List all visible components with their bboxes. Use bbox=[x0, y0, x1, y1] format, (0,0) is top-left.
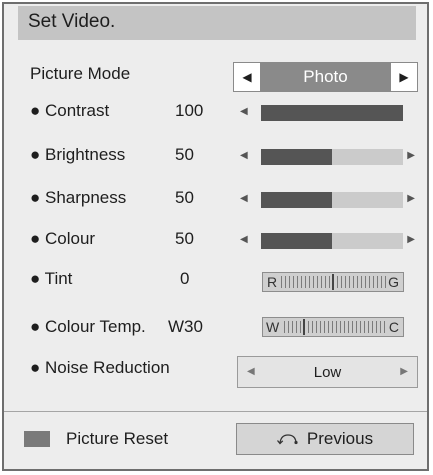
brightness-right-arrow-icon[interactable]: ▶ bbox=[407, 150, 415, 161]
noise-reduction-label: ● Noise Reduction bbox=[30, 358, 170, 377]
tint-scale bbox=[281, 276, 389, 288]
sharpness-track bbox=[261, 192, 403, 208]
sharpness-slider[interactable]: ◀ ▶ bbox=[237, 190, 418, 210]
colour-label: ● Colour bbox=[30, 229, 96, 248]
previous-label: Previous bbox=[306, 429, 374, 448]
mode-prev-arrow-icon[interactable]: ◀ bbox=[234, 63, 260, 91]
sharpness-right-arrow-icon[interactable]: ▶ bbox=[407, 193, 415, 204]
sharpness-value: 50 bbox=[175, 188, 194, 207]
noise-reduction-value: Low bbox=[313, 363, 342, 381]
title-bar: Set Video. bbox=[18, 6, 416, 40]
colour-temp-label: ● Colour Temp. bbox=[30, 317, 146, 336]
colour-temp-position-marker bbox=[303, 319, 305, 335]
contrast-label: ● Contrast bbox=[30, 101, 110, 120]
brightness-slider[interactable]: ◀ ▶ bbox=[237, 147, 418, 167]
tint-center-marker bbox=[332, 274, 334, 290]
tint-value: 0 bbox=[180, 269, 190, 288]
brightness-value: 50 bbox=[175, 145, 194, 164]
colour-right-arrow-icon[interactable]: ▶ bbox=[407, 234, 415, 245]
contrast-track bbox=[261, 105, 403, 121]
return-arrow-icon bbox=[276, 434, 298, 445]
tint-red-marker: R bbox=[267, 274, 278, 290]
colour-temp-control[interactable]: W C bbox=[262, 317, 404, 337]
picture-reset-color-key-icon[interactable] bbox=[24, 431, 50, 447]
sharpness-fill bbox=[261, 192, 332, 208]
tint-label: ● Tint bbox=[30, 269, 73, 288]
colour-temp-scale bbox=[284, 321, 388, 333]
picture-mode-select[interactable]: ◀ Photo ▶ bbox=[233, 62, 418, 92]
contrast-left-arrow-icon[interactable]: ◀ bbox=[240, 106, 248, 117]
sharpness-left-arrow-icon[interactable]: ◀ bbox=[240, 193, 248, 204]
colour-temp-value: W30 bbox=[168, 317, 203, 336]
contrast-value: 100 bbox=[175, 101, 204, 120]
sharpness-label: ● Sharpness bbox=[30, 188, 127, 207]
picture-mode-label: Picture Mode bbox=[30, 64, 131, 83]
mode-next-arrow-icon[interactable]: ▶ bbox=[391, 63, 417, 91]
page-title: Set Video. bbox=[28, 11, 116, 32]
brightness-fill bbox=[261, 149, 332, 165]
colour-temp-warm-marker: W bbox=[266, 319, 280, 335]
colour-left-arrow-icon[interactable]: ◀ bbox=[240, 234, 248, 245]
brightness-left-arrow-icon[interactable]: ◀ bbox=[240, 150, 248, 161]
video-settings-panel: Set Video. Picture Mode ◀ Photo ▶ ● Cont… bbox=[2, 2, 429, 471]
brightness-label: ● Brightness bbox=[30, 145, 126, 164]
picture-mode-value: Photo bbox=[260, 63, 391, 91]
contrast-fill bbox=[261, 105, 403, 121]
tint-balance-control[interactable]: R G bbox=[262, 272, 404, 292]
colour-value: 50 bbox=[175, 229, 194, 248]
footer-divider bbox=[4, 411, 427, 412]
colour-fill bbox=[261, 233, 332, 249]
previous-button[interactable]: Previous bbox=[236, 423, 414, 455]
picture-reset-label[interactable]: Picture Reset bbox=[66, 429, 168, 449]
colour-slider[interactable]: ◀ ▶ bbox=[237, 231, 418, 251]
noise-reduction-next-arrow-icon[interactable]: ▶ bbox=[400, 366, 408, 377]
tint-green-marker: G bbox=[388, 274, 399, 290]
contrast-slider[interactable]: ◀ bbox=[237, 103, 418, 123]
colour-track bbox=[261, 233, 403, 249]
colour-temp-cool-marker: C bbox=[388, 319, 399, 335]
brightness-track bbox=[261, 149, 403, 165]
noise-reduction-select[interactable]: ◀ Low ▶ bbox=[237, 356, 418, 388]
